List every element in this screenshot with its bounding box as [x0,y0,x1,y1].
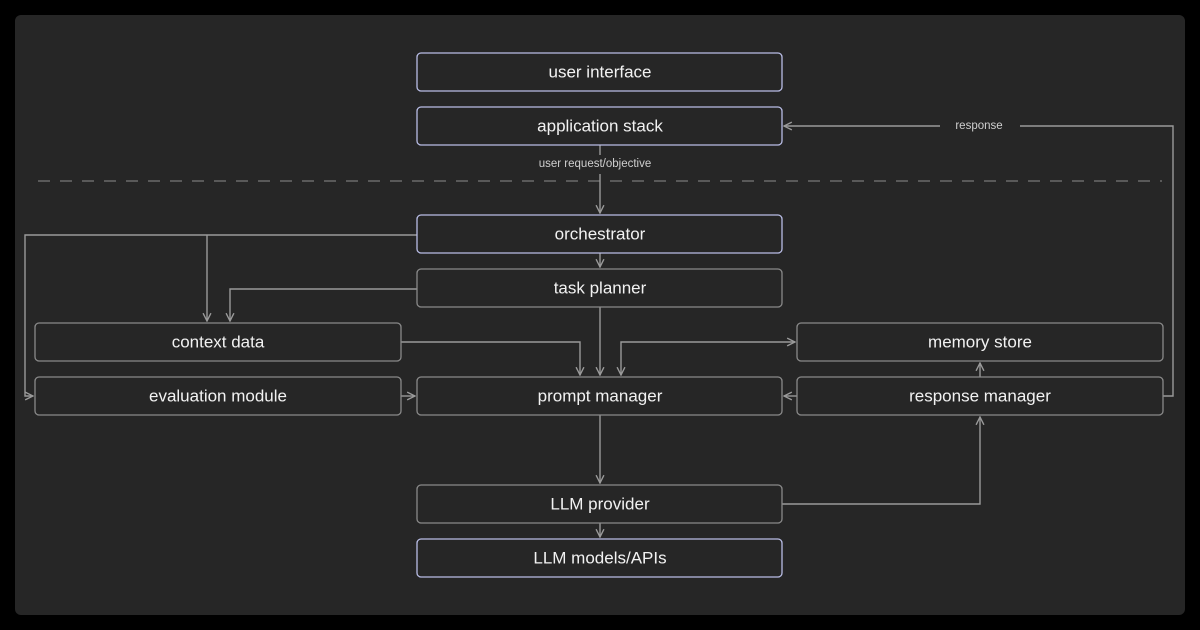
node-application-stack: application stack [416,106,783,146]
node-response-manager: response manager [796,376,1164,416]
architecture-diagram: user request/objective response user int… [15,15,1185,615]
node-evaluation-module: evaluation module [34,376,402,416]
node-label: response manager [909,387,1051,406]
node-llm-provider: LLM provider [416,484,783,524]
edge-label-response: response [955,120,1002,132]
node-label: user interface [549,63,652,82]
node-task-planner: task planner [416,268,783,308]
node-memory-store: memory store [796,322,1164,362]
node-label: context data [172,333,265,352]
node-label: orchestrator [555,225,646,244]
node-label: task planner [554,279,647,298]
node-label: application stack [537,117,663,136]
edge-label-user-request: user request/objective [539,158,652,170]
node-context-data: context data [34,322,402,362]
node-orchestrator: orchestrator [416,214,783,254]
node-label: prompt manager [538,387,663,406]
node-user-interface: user interface [416,52,783,92]
node-label: LLM models/APIs [533,549,666,568]
node-label: memory store [928,333,1032,352]
node-label: evaluation module [149,387,287,406]
node-label: LLM provider [550,495,650,514]
node-prompt-manager: prompt manager [416,376,783,416]
node-llm-models: LLM models/APIs [416,538,783,578]
